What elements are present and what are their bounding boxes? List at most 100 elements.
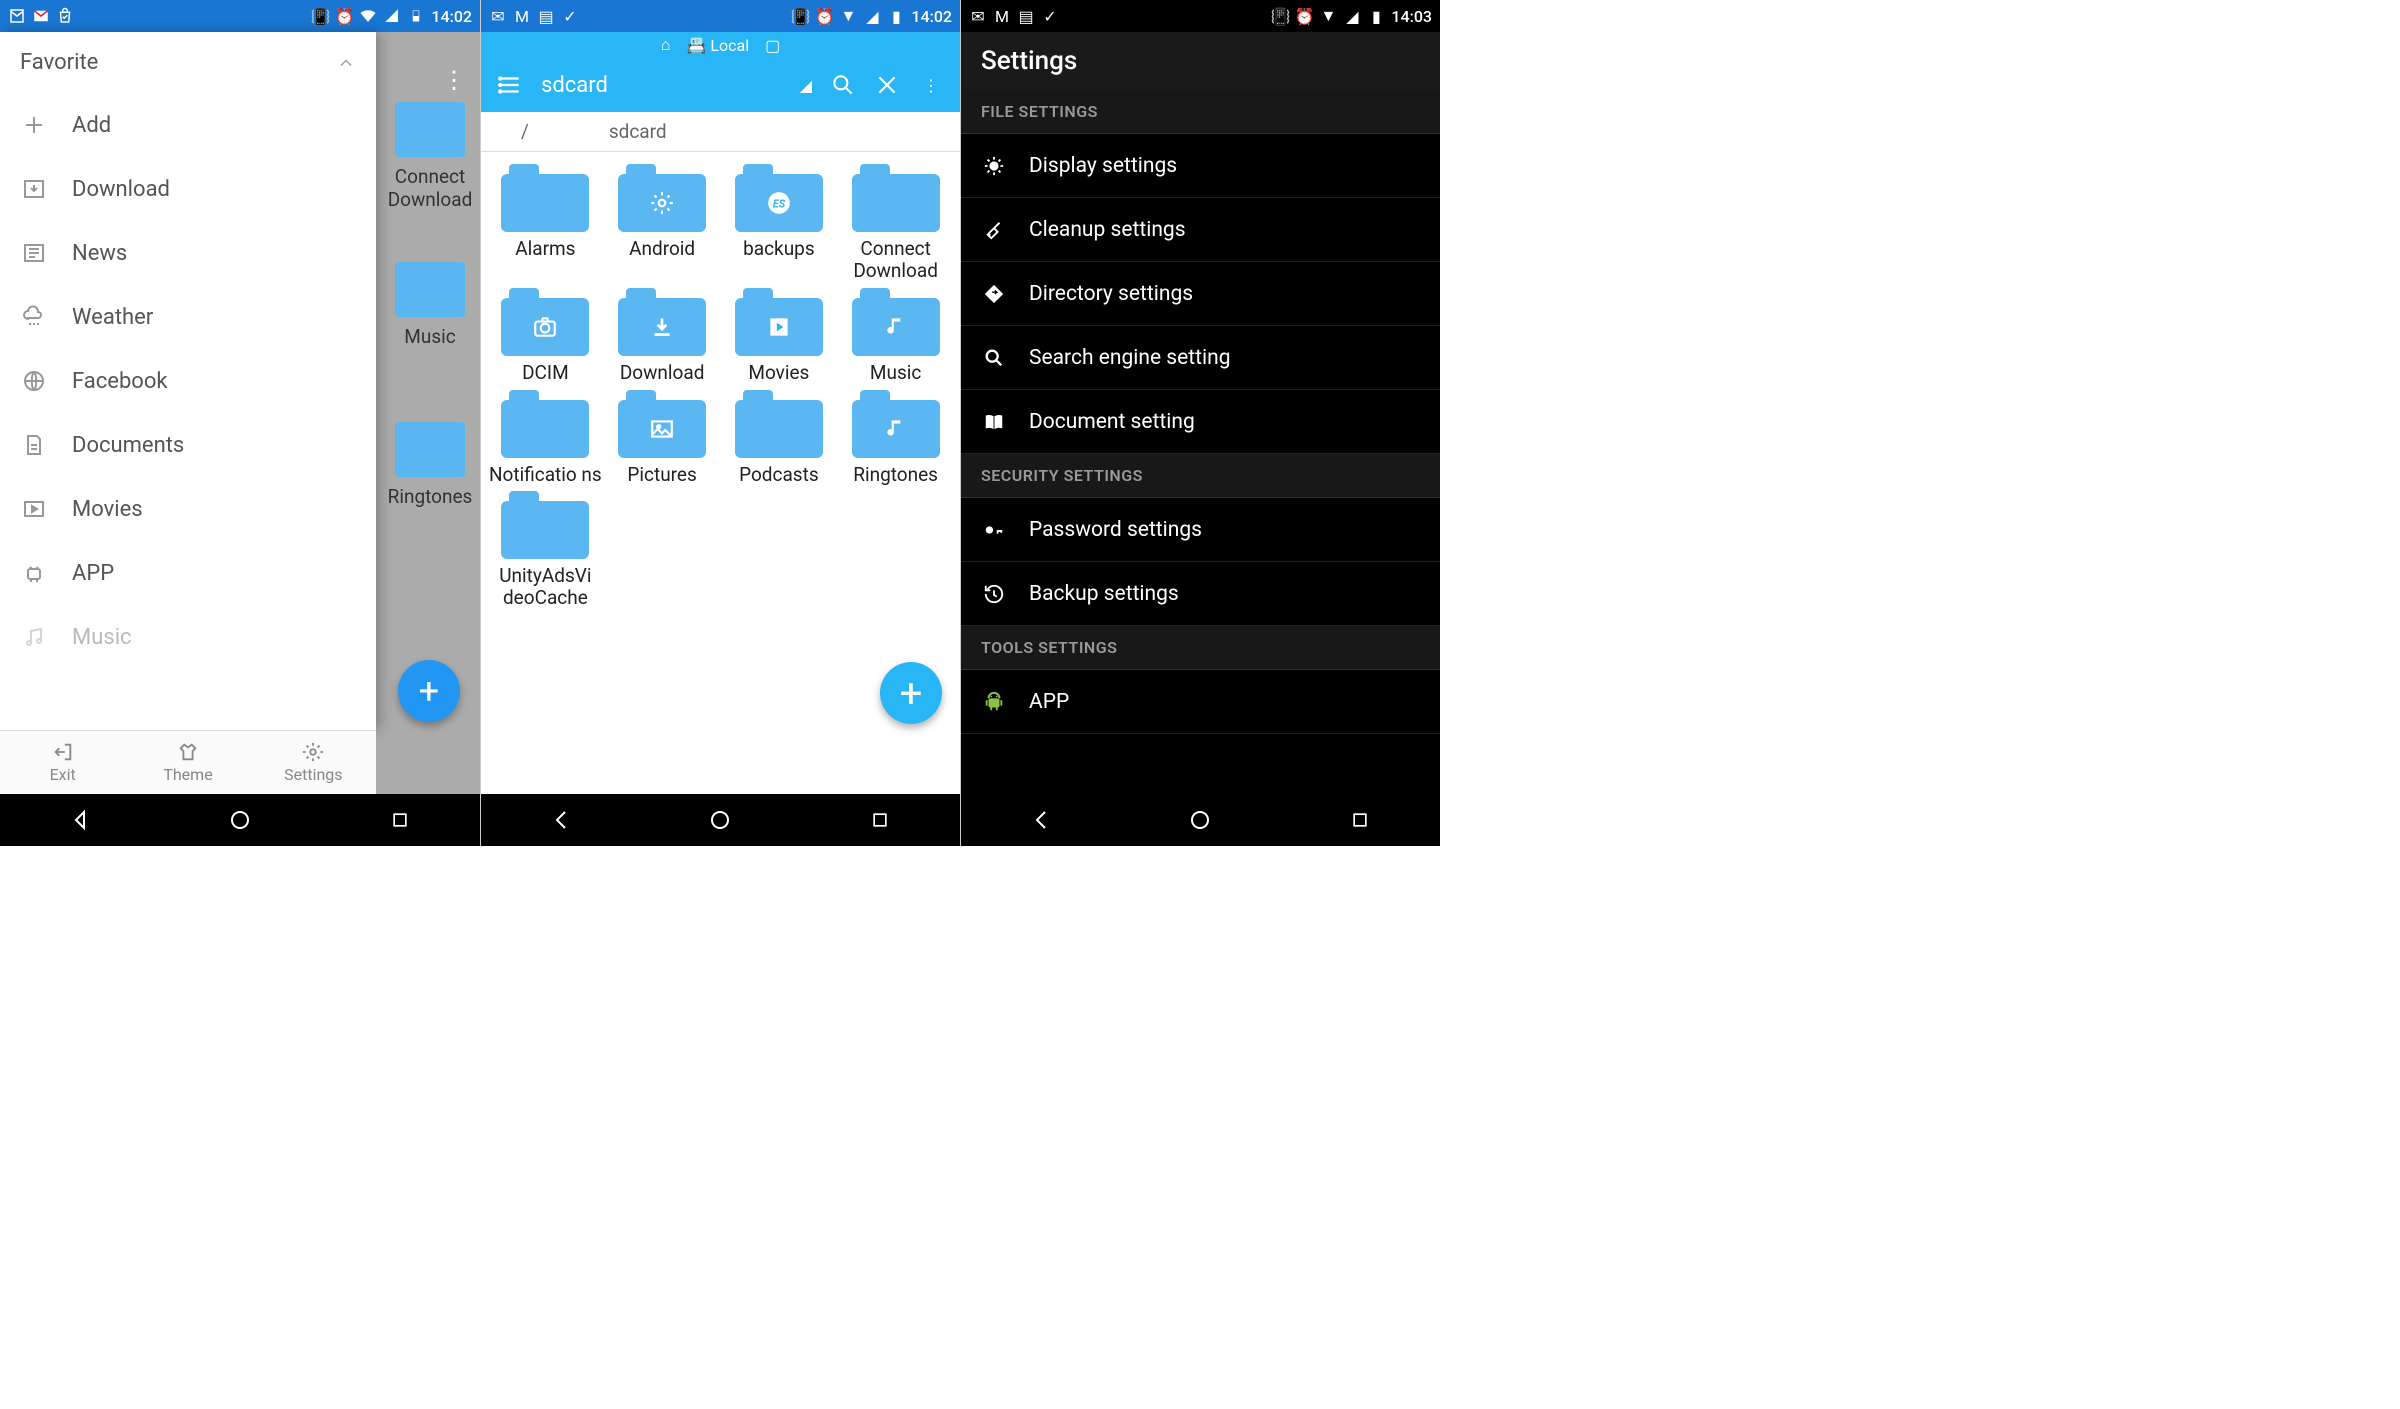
wifi-icon (359, 7, 377, 25)
drawer-item-news[interactable]: News (0, 221, 376, 285)
settings-item[interactable]: Document setting (961, 390, 1440, 454)
section-title: Favorite (20, 50, 98, 75)
folder-item[interactable]: Notificatio ns (489, 390, 602, 486)
home-icon[interactable]: ⌂ (661, 35, 671, 55)
folder-item[interactable]: Ringtones (839, 390, 952, 486)
tabs-bar: ⌂ 📇 Local ▢ (481, 32, 960, 58)
folder-item[interactable]: Movies (723, 288, 836, 384)
drawer-item-download[interactable]: Download (0, 157, 376, 221)
folder-item[interactable]: Download (606, 288, 719, 384)
shop-icon: ✓ (1041, 7, 1059, 25)
nav-back[interactable] (547, 806, 575, 834)
folder-icon (852, 288, 940, 356)
tab-local[interactable]: 📇 Local (686, 36, 749, 55)
android-icon (981, 689, 1007, 715)
status-time: 14:02 (911, 7, 952, 26)
nav-home[interactable] (226, 806, 254, 834)
bottom-theme[interactable]: Theme (125, 731, 250, 794)
fab-add[interactable]: + (880, 662, 942, 724)
nav-back[interactable] (1027, 806, 1055, 834)
android-navbar (961, 794, 1440, 846)
brightness-icon (981, 153, 1007, 179)
folder-item[interactable]: Music (839, 288, 952, 384)
bottom-settings[interactable]: Settings (251, 731, 376, 794)
settings-item-label: Display settings (1029, 154, 1177, 178)
dropdown-triangle-icon[interactable]: ◢ (800, 76, 812, 95)
folder-item[interactable]: Pictures (606, 390, 719, 486)
gmail-icon: M (993, 7, 1011, 25)
image-icon: ▤ (1017, 7, 1035, 25)
image-icon (648, 415, 676, 443)
settings-item[interactable]: Search engine setting (961, 326, 1440, 390)
settings-item[interactable]: Display settings (961, 134, 1440, 198)
bg-folder: Connect Download (380, 102, 480, 252)
drawer-item-movies[interactable]: Movies (0, 477, 376, 541)
folder-icon (501, 164, 589, 232)
folder-label: Podcasts (723, 464, 836, 486)
drawer-item-label: Download (72, 177, 170, 202)
folder-icon (501, 390, 589, 458)
drawer-item-music[interactable]: Music (0, 605, 376, 669)
drawer-item-add[interactable]: Add (0, 93, 376, 157)
more-icon[interactable]: ⋮ (918, 72, 944, 98)
settings-item[interactable]: Password settings (961, 498, 1440, 562)
more-icon[interactable]: ⋮ (442, 66, 466, 94)
settings-item-label: Backup settings (1029, 582, 1179, 606)
folder-item[interactable]: ES backups (723, 164, 836, 282)
drawer-section-header[interactable]: Favorite (0, 32, 376, 93)
history-icon (981, 581, 1007, 607)
folder-item[interactable]: UnityAdsVi deoCache (489, 491, 602, 609)
android-navbar (481, 794, 960, 846)
phone-3-settings: ✉ M ▤ ✓ 📳 ⏰ ▼ ◢ ▮ 14:03 Settings FILE SE… (960, 0, 1440, 846)
folder-icon (618, 164, 706, 232)
breadcrumb-root[interactable]: / (521, 120, 529, 143)
settings-item[interactable]: Directory settings (961, 262, 1440, 326)
nav-home[interactable] (1186, 806, 1214, 834)
nav-recent[interactable] (1346, 806, 1374, 834)
bottom-exit[interactable]: Exit (0, 731, 125, 794)
signal-icon (383, 7, 401, 25)
folder-item[interactable]: Podcasts (723, 390, 836, 486)
nav-home[interactable] (706, 806, 734, 834)
nav-recent[interactable] (386, 806, 414, 834)
folder-item[interactable]: DCIM (489, 288, 602, 384)
folder-item[interactable]: Android (606, 164, 719, 282)
settings-item-label: Cleanup settings (1029, 218, 1186, 242)
drawer-item-app[interactable]: APP (0, 541, 376, 605)
settings-item[interactable]: APP (961, 670, 1440, 734)
breadcrumb-current[interactable]: sdcard (609, 120, 667, 143)
drawer-item-label: Facebook (72, 369, 168, 394)
folder-label: Music (839, 362, 952, 384)
settings-item[interactable]: Backup settings (961, 562, 1440, 626)
music-icon (20, 623, 48, 651)
search-icon[interactable] (830, 72, 856, 98)
nav-recent[interactable] (866, 806, 894, 834)
mail-icon: ✉ (489, 7, 507, 25)
drawer-item-weather[interactable]: Weather (0, 285, 376, 349)
plus-icon (20, 111, 48, 139)
android-icon (20, 559, 48, 587)
chevron-up-icon (336, 53, 356, 73)
folder-item[interactable]: Connect Download (839, 164, 952, 282)
download-icon (648, 313, 676, 341)
settings-item[interactable]: Cleanup settings (961, 198, 1440, 262)
settings-item-label: Document setting (1029, 410, 1195, 434)
drawer-item-facebook[interactable]: Facebook (0, 349, 376, 413)
toolbar-title[interactable]: sdcard (541, 73, 782, 98)
folder-icon (618, 288, 706, 356)
status-bar: ✉ M ▤ ✓ 📳 ⏰ ▼ ◢ ▮ 14:02 (481, 0, 960, 32)
menu-icon[interactable] (497, 72, 523, 98)
folder-item[interactable]: Alarms (489, 164, 602, 282)
folder-label: Alarms (489, 238, 602, 260)
folder-label: Connect Download (839, 238, 952, 282)
tab-empty-icon[interactable]: ▢ (765, 36, 780, 55)
gmail-icon (32, 7, 50, 25)
close-icon[interactable] (874, 72, 900, 98)
book-icon (981, 409, 1007, 435)
drawer-item-label: News (72, 241, 127, 266)
drawer-item-documents[interactable]: Documents (0, 413, 376, 477)
settings-item-label: Password settings (1029, 518, 1202, 542)
battery-icon: ▮ (1367, 7, 1385, 25)
nav-back[interactable] (66, 806, 94, 834)
fab-add[interactable]: + (398, 660, 460, 722)
